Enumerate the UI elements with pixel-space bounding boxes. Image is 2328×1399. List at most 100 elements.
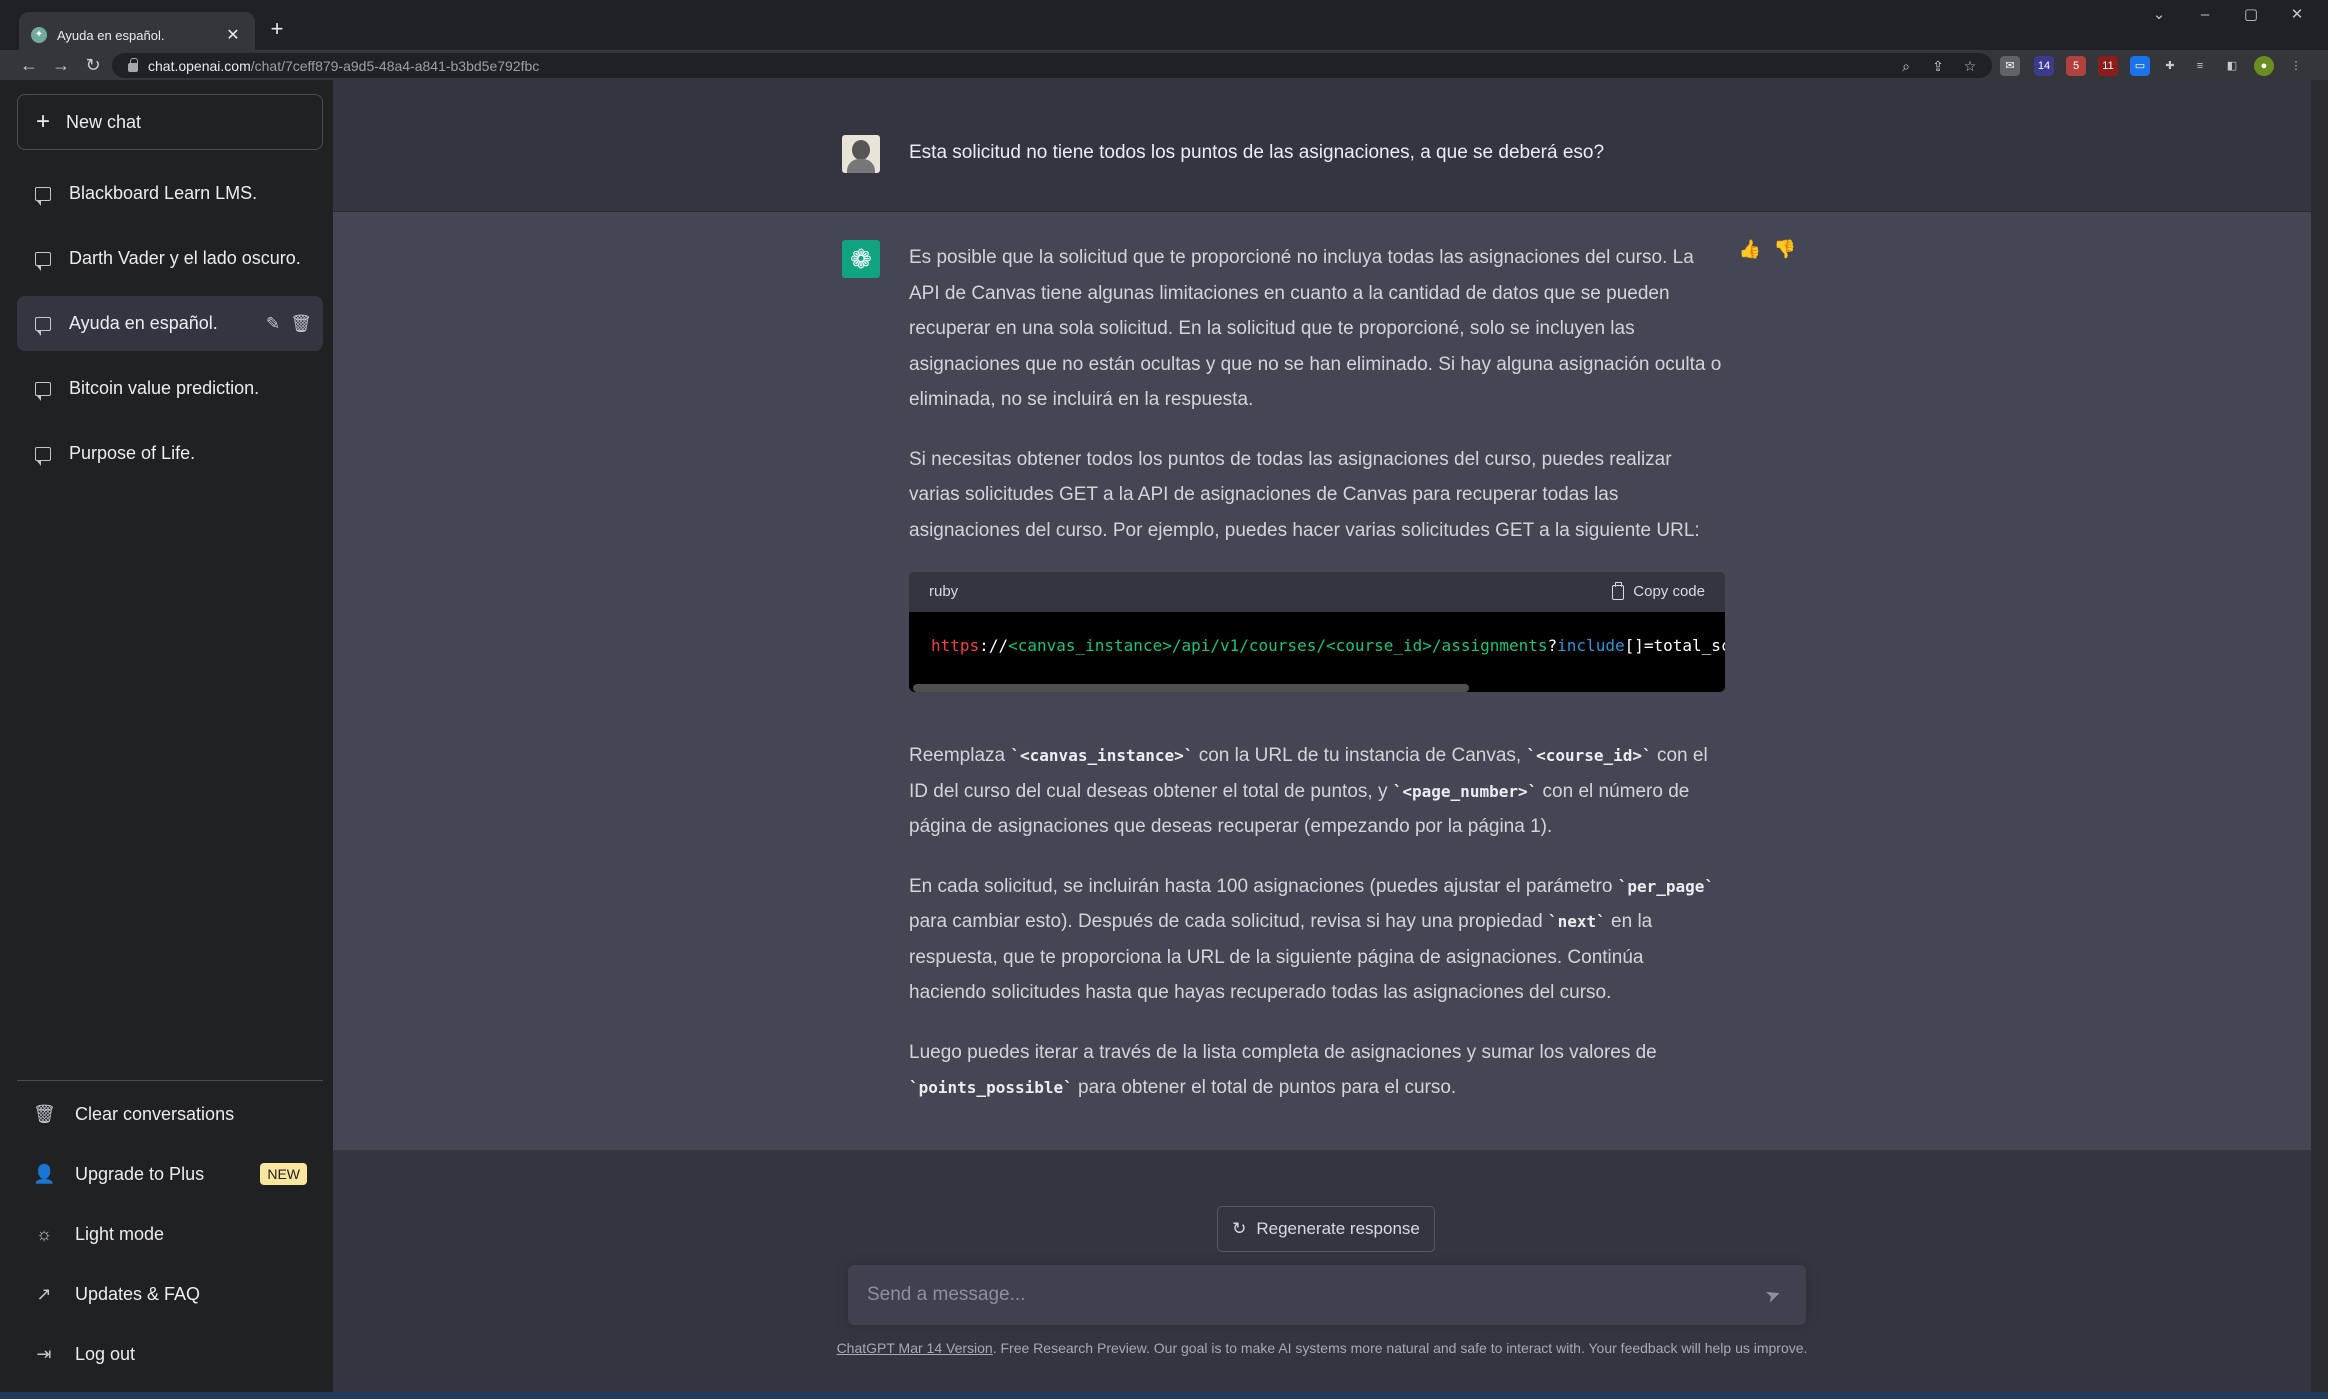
inline-code: `points_possible` (909, 1078, 1073, 1097)
chat-bubble-icon (35, 186, 51, 206)
chat-main: Esta solicitud no tiene todos los puntos… (333, 80, 2311, 1392)
regenerate-label: Regenerate response (1256, 1219, 1420, 1238)
user-icon: 👤 (33, 1163, 56, 1184)
taskbar-strip (0, 1392, 2328, 1399)
clear-conversations-label: Clear conversations (75, 1103, 235, 1124)
edit-pencil-icon[interactable]: ✎ (259, 314, 287, 334)
copy-code-button[interactable]: Copy code (1612, 574, 1705, 610)
code-token: []=total_scores&per_page=100&page=<page_… (1624, 636, 1725, 655)
assistant-paragraph: Es posible que la solicitud que te propo… (909, 247, 1722, 410)
code-block-header: ruby Copy code (909, 572, 1725, 612)
light-mode-label: Light mode (75, 1223, 165, 1244)
upgrade-label: Upgrade to Plus (75, 1163, 205, 1184)
inline-code: `next` (1547, 912, 1606, 931)
code-content[interactable]: https://<canvas_instance>/api/v1/courses… (909, 612, 1725, 684)
upgrade-to-plus-button[interactable]: 👤 Upgrade to Plus NEW (17, 1148, 323, 1200)
profile-icon[interactable]: ● (2254, 56, 2274, 76)
forward-arrow-icon[interactable]: → (48, 52, 74, 78)
trash-icon: 🗑 (33, 1103, 56, 1124)
extension-badge-icon[interactable]: 14 (2034, 56, 2054, 76)
window-close-icon[interactable]: ✕ (2274, 0, 2320, 30)
address-bar[interactable]: chat.openai.com /chat/7ceff879-a9d5-48a4… (112, 53, 1992, 78)
external-link-icon: ↗ (36, 1283, 52, 1304)
url-host: chat.openai.com (148, 57, 251, 74)
text-run: Reemplaza (909, 745, 1011, 766)
sidebar-conversation-item[interactable]: Purpose of Life. (17, 426, 323, 481)
minimize-icon[interactable]: – (2182, 0, 2228, 30)
zoom-icon[interactable]: ⌕ (1896, 56, 1916, 76)
chat-bubble-icon (35, 316, 51, 336)
extension-icon[interactable]: ▭ (2130, 56, 2150, 76)
new-chat-button[interactable]: + New chat (17, 94, 323, 150)
conversation-label: Blackboard Learn LMS. (69, 183, 258, 203)
sun-icon: ☼ (35, 1223, 53, 1244)
maximize-icon[interactable]: ▢ (2228, 0, 2274, 30)
logout-label: Log out (75, 1343, 136, 1364)
user-message-row: Esta solicitud no tiene todos los puntos… (333, 80, 2311, 212)
code-token: // (988, 636, 1009, 655)
text-run: En cada solicitud, se incluirán hasta 10… (909, 875, 1618, 897)
mail-extension-icon[interactable]: ✉ (2000, 56, 2020, 76)
copy-code-label: Copy code (1633, 583, 1705, 601)
code-scroll-thumb[interactable] (913, 684, 1469, 692)
inline-code: `<page_number>` (1392, 781, 1538, 801)
updates-faq-label: Updates & FAQ (75, 1283, 201, 1304)
openai-favicon-icon: ✦ (31, 27, 47, 43)
assistant-paragraph: Reemplaza `<canvas_instance>` con la URL… (909, 738, 1725, 845)
code-language-label: ruby (929, 583, 959, 601)
conversation-label: Ayuda en español. (69, 313, 218, 333)
chat-bubble-icon (35, 381, 51, 401)
extension-badge-icon[interactable]: 11 (2098, 56, 2118, 76)
menu-dots-icon[interactable]: ⋮ (2286, 56, 2306, 76)
extensions-puzzle-icon[interactable]: ✚ (2160, 56, 2180, 76)
tab-search-icon[interactable]: ⌄ (2136, 0, 2182, 30)
new-badge: NEW (260, 1163, 307, 1185)
new-tab-button[interactable]: + (266, 15, 288, 43)
back-arrow-icon[interactable]: ← (16, 52, 42, 78)
logout-button[interactable]: ⇥ Log out (17, 1328, 323, 1380)
reading-list-icon[interactable]: ≡ (2190, 56, 2210, 76)
code-token: <canvas_instance>/api/v1/courses/<course… (1008, 636, 1548, 655)
inline-code: `<course_id>` (1526, 746, 1652, 765)
regenerate-response-button[interactable]: ↻ Regenerate response (1217, 1206, 1435, 1252)
thumbs-up-icon[interactable]: 👍 (1738, 237, 1762, 261)
conversation-label: Purpose of Life. (69, 443, 196, 463)
assistant-paragraph: Luego puedes iterar a través de la lista… (909, 1035, 1725, 1106)
refresh-icon: ↻ (1232, 1219, 1247, 1238)
browser-toolbar: ← → ↻ chat.openai.com /chat/7ceff879-a9d… (0, 50, 2328, 80)
sidebar-conversation-item[interactable]: Blackboard Learn LMS. (17, 166, 323, 221)
send-paper-plane-icon[interactable]: ➤ (1759, 1281, 1787, 1309)
updates-faq-link[interactable]: ↗ Updates & FAQ (17, 1268, 323, 1320)
sidebar-conversation-item[interactable]: Bitcoin value prediction. (17, 361, 323, 416)
plus-icon: + (36, 108, 51, 135)
text-run: con la URL de tu instancia de Canvas, (1193, 745, 1527, 766)
user-avatar (842, 135, 880, 173)
extension-badge-icon[interactable]: 5 (2066, 56, 2086, 76)
inline-code: `<canvas_instance>` (1010, 746, 1194, 765)
trash-icon[interactable]: 🗑 (287, 314, 315, 334)
thumbs-down-icon[interactable]: 👎 (1773, 237, 1797, 261)
sidebar-conversation-item[interactable]: Darth Vader y el lado oscuro. (17, 231, 323, 286)
reload-icon[interactable]: ↻ (80, 52, 106, 78)
tab-close-icon[interactable]: ✕ (223, 25, 243, 45)
light-mode-button[interactable]: ☼ Light mode (17, 1208, 323, 1260)
assistant-message-row: ❁ 👍 👎 Es posible que la solicitud que te… (333, 212, 2311, 1150)
code-token: ? (1547, 636, 1558, 655)
sidebar: + New chat Blackboard Learn LMS. Darth V… (0, 80, 333, 1392)
message-input[interactable] (848, 1265, 1748, 1325)
side-panel-icon[interactable]: ◧ (2222, 56, 2242, 76)
code-scrollbar[interactable] (909, 684, 1725, 692)
sidebar-conversation-item-active[interactable]: Ayuda en español. ✎ 🗑 (17, 296, 323, 351)
text-run: Luego puedes iterar a través de la lista… (909, 1041, 1657, 1063)
footer-text: . Free Research Preview. Our goal is to … (992, 1340, 1808, 1356)
code-block: ruby Copy code https://<canvas_instance>… (909, 572, 1725, 692)
chat-bubble-icon (35, 251, 51, 271)
openai-logo-icon: ❁ (842, 240, 880, 278)
assistant-paragraph: Si necesitas obtener todos los puntos de… (909, 448, 1700, 541)
clear-conversations-button[interactable]: 🗑 Clear conversations (17, 1088, 323, 1140)
user-message-text: Esta solicitud no tiene todos los puntos… (909, 142, 1605, 163)
share-icon[interactable]: ⇪ (1928, 56, 1948, 76)
new-chat-label: New chat (66, 111, 142, 132)
version-link[interactable]: ChatGPT Mar 14 Version (837, 1340, 993, 1356)
star-icon[interactable]: ☆ (1960, 56, 1980, 76)
